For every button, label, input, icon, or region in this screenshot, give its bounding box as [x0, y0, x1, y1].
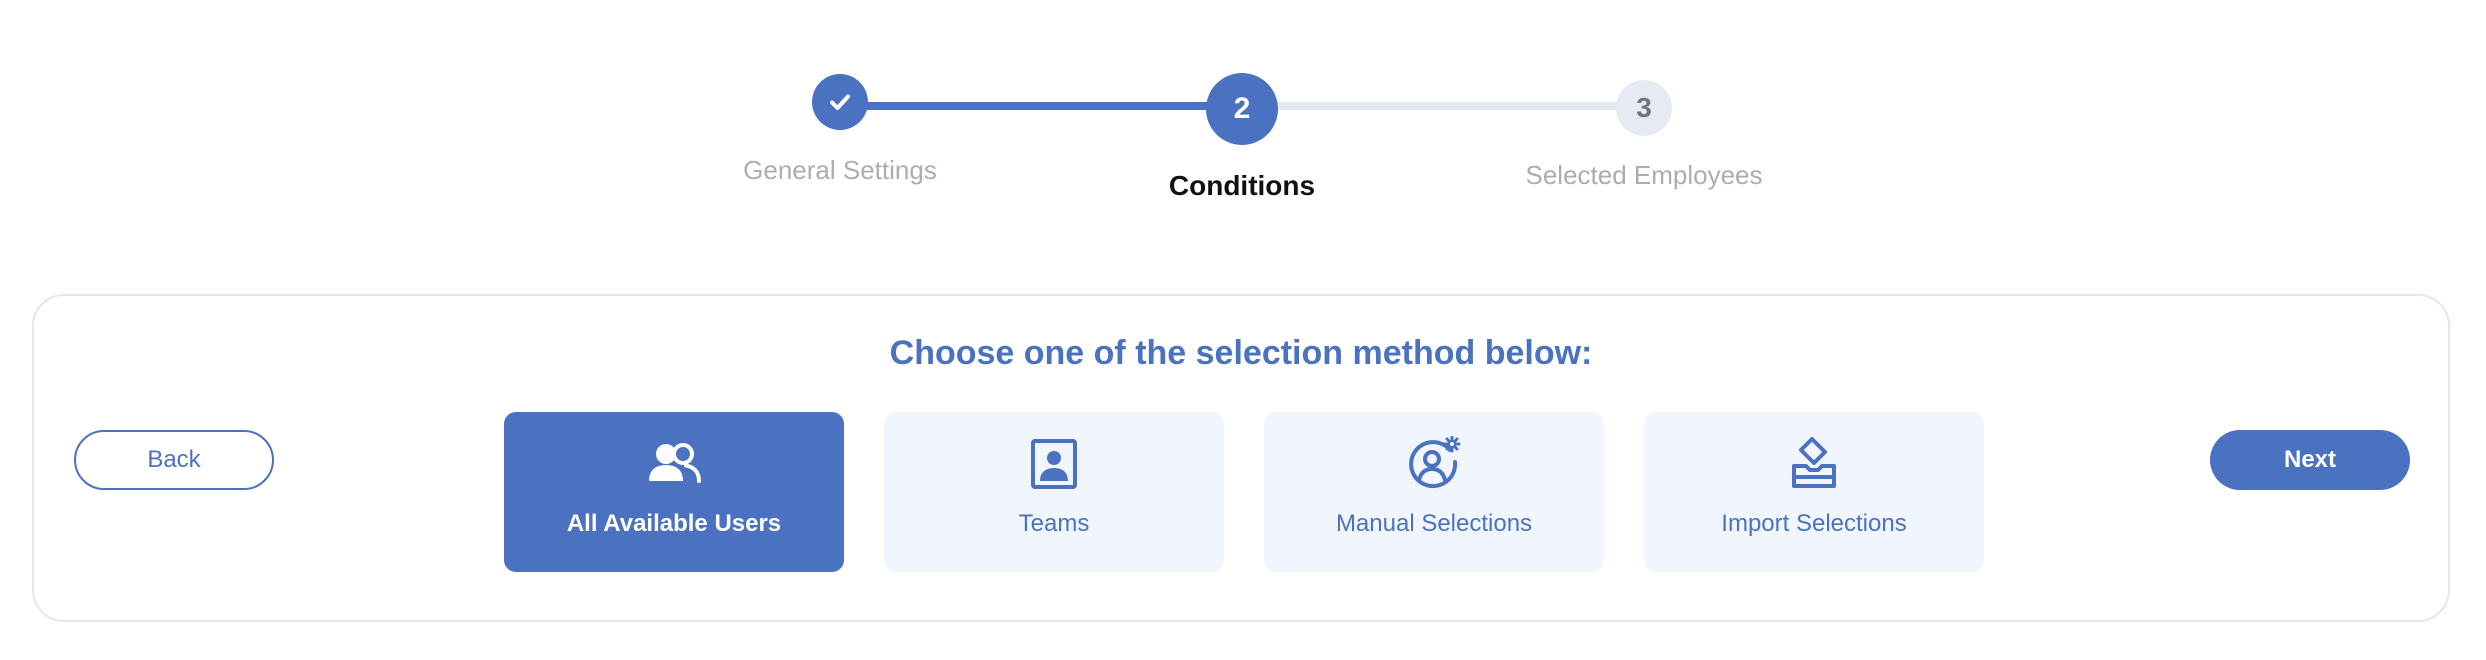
- progress-stepper: 2 3 General Settings Conditions Selected…: [0, 0, 2486, 230]
- user-settings-icon: [1409, 436, 1461, 489]
- option-label: All Available Users: [566, 510, 782, 537]
- step-2-indicator[interactable]: 2: [1206, 73, 1278, 145]
- option-teams[interactable]: Teams: [884, 412, 1224, 572]
- step-1-indicator[interactable]: [812, 74, 868, 130]
- step-3-label: Selected Employees: [1525, 160, 1763, 190]
- users-icon: [649, 443, 701, 483]
- selection-method-title: Choose one of the selection method below…: [889, 334, 1593, 372]
- option-label: Import Selections: [1721, 510, 1907, 537]
- portrait-frame-icon: [1031, 439, 1077, 489]
- option-all-available-users[interactable]: All Available Users: [504, 412, 844, 572]
- next-button[interactable]: Next: [2210, 430, 2410, 490]
- step-1-label: General Settings: [743, 155, 937, 185]
- stepper-connector-completed: [840, 102, 1242, 110]
- back-button[interactable]: Back: [74, 430, 274, 490]
- selection-method-card: Choose one of the selection method below…: [32, 294, 2450, 622]
- step-3-indicator[interactable]: 3: [1616, 80, 1672, 136]
- option-manual-selections[interactable]: Manual Selections: [1264, 412, 1604, 572]
- checkmark-icon: [830, 94, 850, 110]
- stepper-connector-pending: [1242, 102, 1642, 110]
- option-label: Teams: [1018, 510, 1090, 537]
- option-label: Manual Selections: [1335, 510, 1533, 537]
- step-2-label: Conditions: [1168, 170, 1316, 201]
- import-tray-icon: [1792, 437, 1836, 488]
- wizard-page: 2 3 General Settings Conditions Selected…: [0, 0, 2486, 660]
- option-import-selections[interactable]: Import Selections: [1644, 412, 1984, 572]
